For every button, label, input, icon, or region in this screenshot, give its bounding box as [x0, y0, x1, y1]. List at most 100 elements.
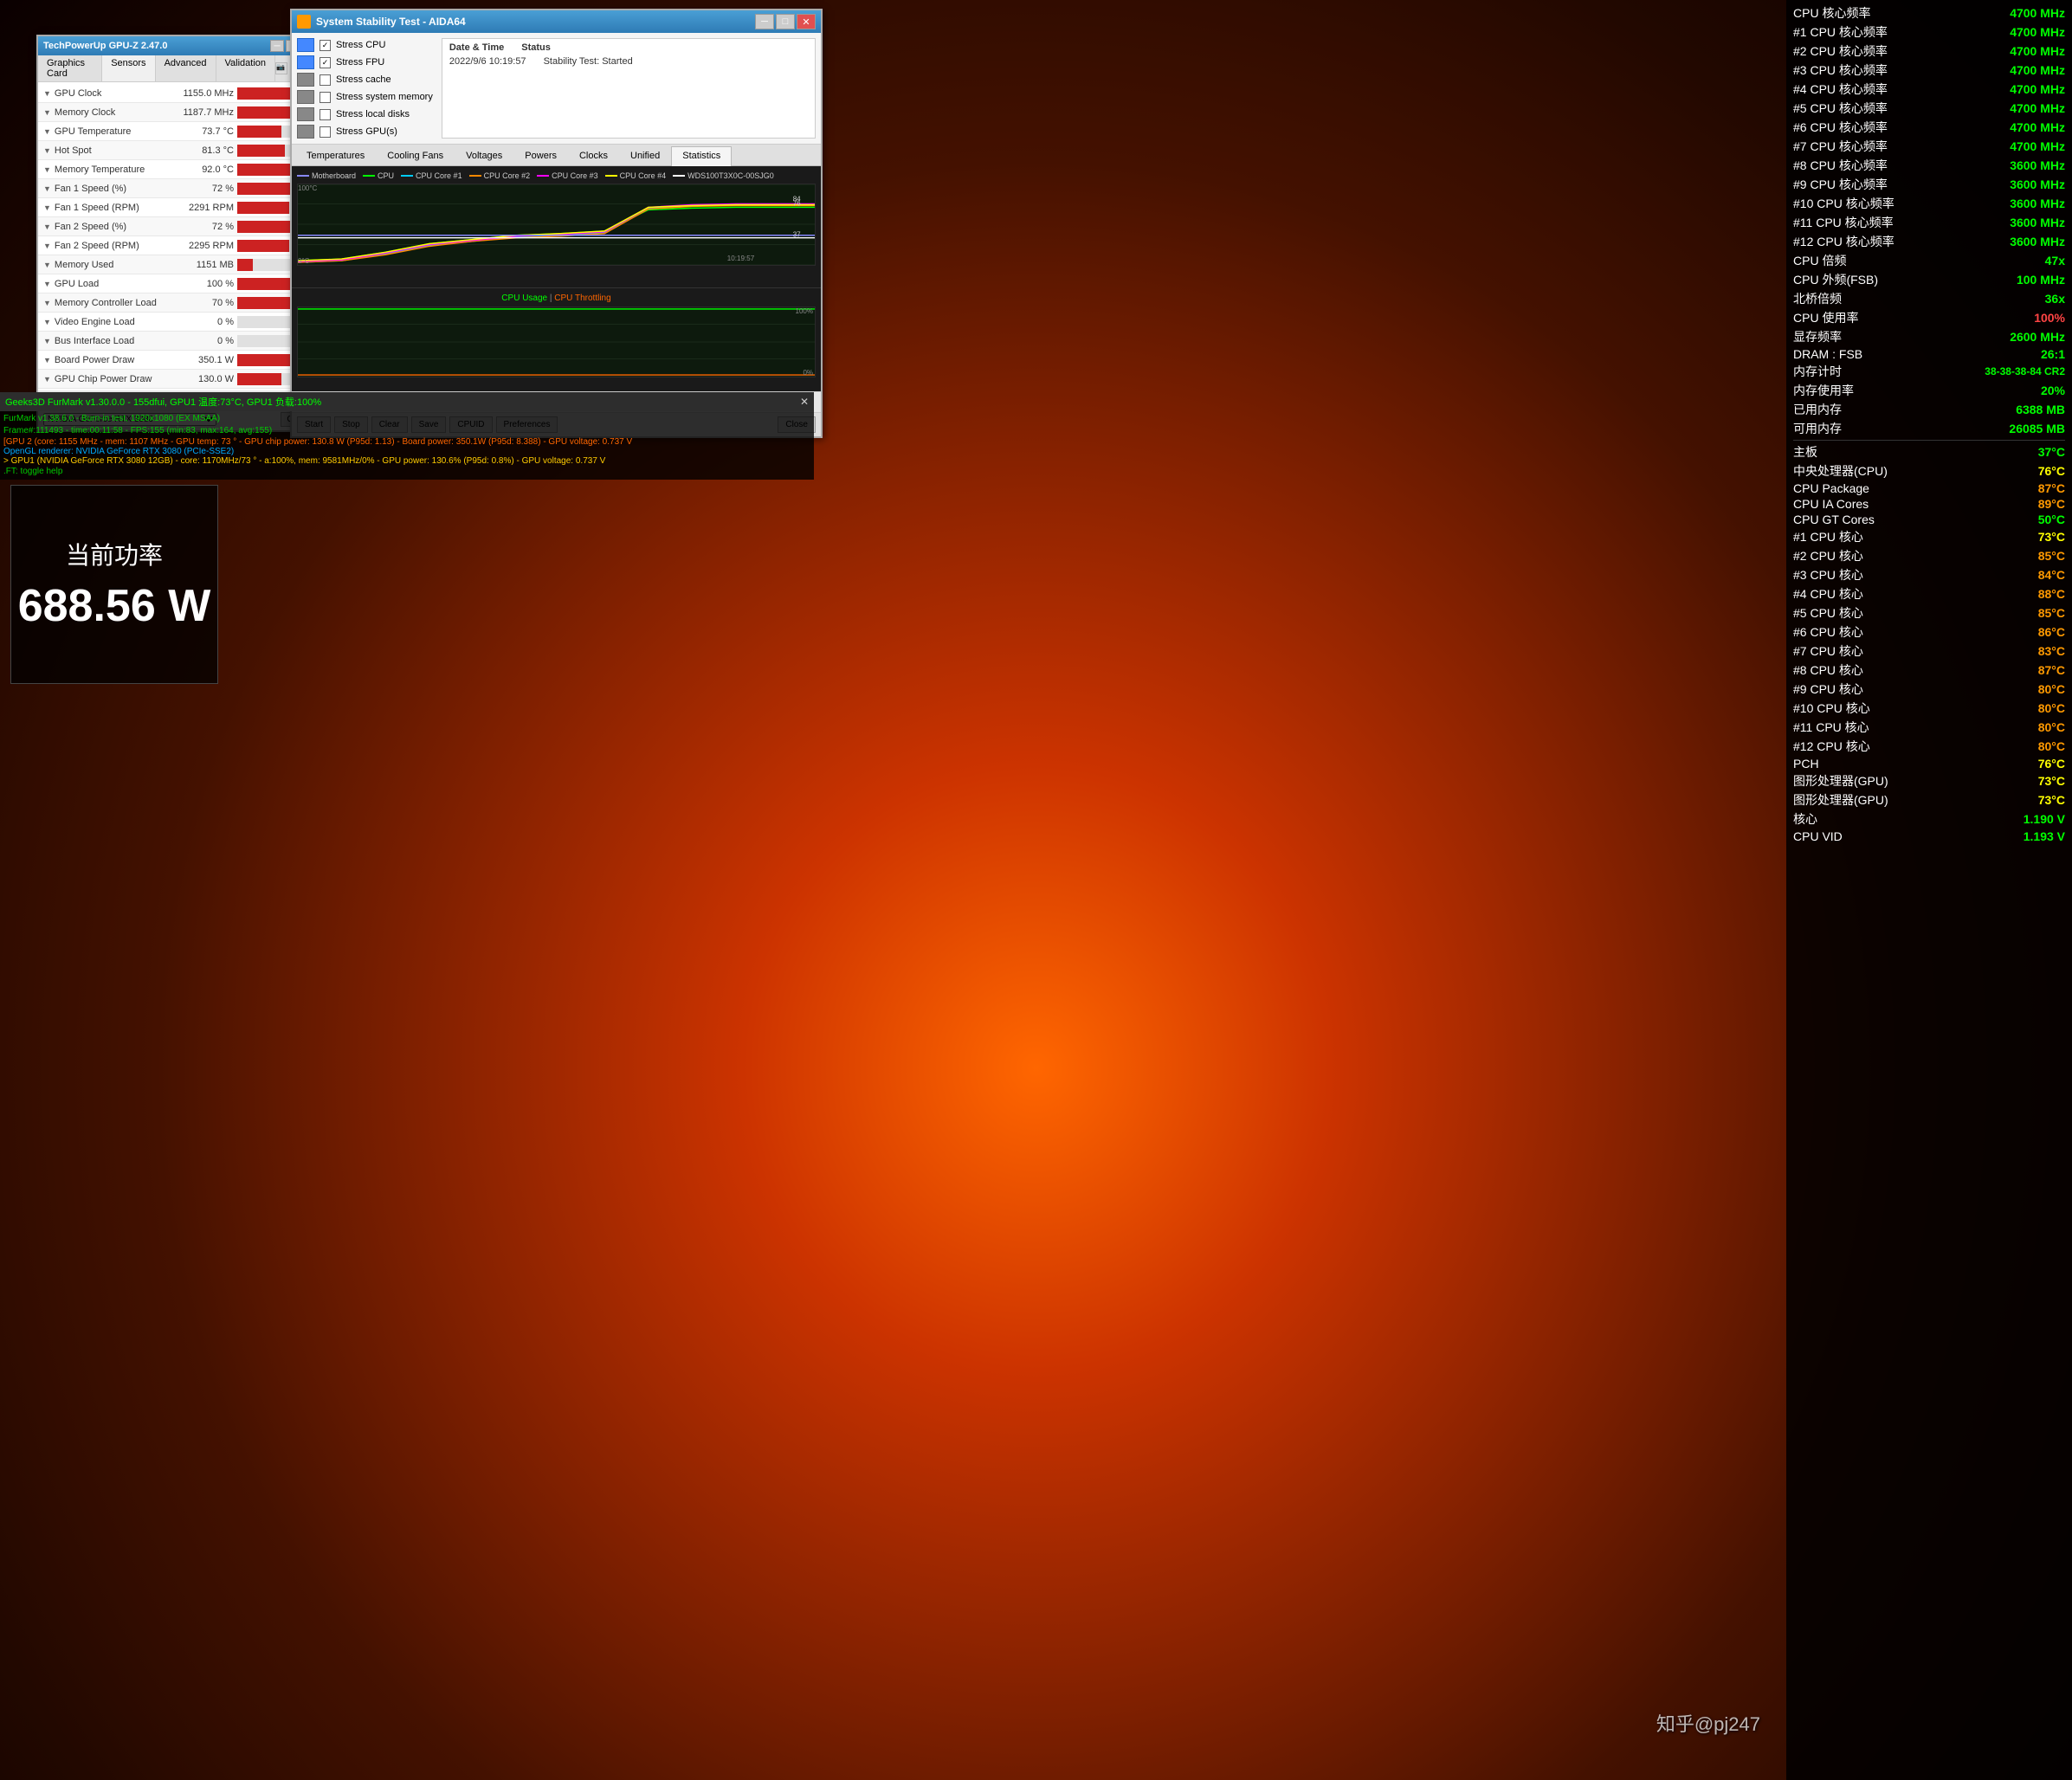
aida-tab-temperatures[interactable]: Temperatures [295, 146, 376, 165]
gpuz-value-boardpwr: 350.1 W [172, 355, 237, 365]
sidebar-value-core6: 86°C [2038, 625, 2065, 639]
aida-tab-clocks[interactable]: Clocks [568, 146, 619, 165]
gpuz-tab-validation[interactable]: Validation [216, 55, 276, 81]
gpuz-minimize-btn[interactable]: ─ [270, 40, 284, 52]
sidebar-row-1: #1 CPU 核心频率 4700 MHz [1793, 23, 2065, 42]
gpuz-label-boardpwr: ▼ Board Power Draw [38, 355, 172, 365]
sidebar-row-nbmul: 北桥倍频 36x [1793, 289, 2065, 308]
aida-close-btn[interactable]: ✕ [797, 14, 816, 29]
gpuz-label-memctrl: ▼ Memory Controller Load [38, 298, 172, 308]
watermark: 知乎@pj247 [1656, 1709, 1760, 1737]
sidebar-value-cpuia: 89°C [2038, 497, 2065, 511]
sidebar-value-cpuuse: 100% [2034, 311, 2065, 325]
sidebar-value-4: 4700 MHz [2010, 82, 2065, 96]
furmark-info-line2: Frame#:111493 - time:00:11:58 - FPS:155 … [3, 425, 810, 437]
sidebar-label-cpuia: CPU IA Cores [1793, 497, 1869, 511]
gpuz-tab-graphicscard[interactable]: Graphics Card [38, 55, 102, 81]
aida-tab-statistics[interactable]: Statistics [671, 146, 732, 166]
gpuz-tab-advanced[interactable]: Advanced [156, 55, 216, 81]
gpuz-value-chippwr: 130.0 W [172, 374, 237, 384]
sidebar-row-gpu-temp: 图形处理器(GPU) 73°C [1793, 771, 2065, 790]
sidebar-label-core6: #6 CPU 核心 [1793, 623, 1863, 641]
gpuz-value-gpuload: 100 % [172, 279, 237, 289]
sidebar-value-vramfreq: 2600 MHz [2010, 330, 2065, 344]
aida-tab-voltages[interactable]: Voltages [455, 146, 513, 165]
gpuz-label-fan1pct: ▼ Fan 1 Speed (%) [38, 184, 172, 194]
sidebar-label-cpupkg: CPU Package [1793, 481, 1869, 495]
aida-tab-powers[interactable]: Powers [513, 146, 568, 165]
gpuz-value-busload: 0 % [172, 336, 237, 346]
gpuz-tab-sensors[interactable]: Sensors [102, 55, 155, 81]
aida-minimize-btn[interactable]: ─ [755, 14, 774, 29]
sidebar-label-0: CPU 核心频率 [1793, 4, 1870, 22]
sidebar-row-9: #9 CPU 核心频率 3600 MHz [1793, 175, 2065, 194]
sidebar-value-core12: 80°C [2038, 739, 2065, 753]
gpuz-sensors-list: ▼ GPU Clock 1155.0 MHz ▼ Memory Clock 11… [38, 82, 320, 390]
sidebar-label-core7: #7 CPU 核心 [1793, 642, 1863, 660]
sidebar-row-core1: #1 CPU 核心 73°C [1793, 527, 2065, 546]
aida-legend-color-cpu [363, 175, 375, 177]
gpuz-value-hotspot: 81.3 °C [172, 145, 237, 156]
sidebar-value-3: 4700 MHz [2010, 63, 2065, 77]
sidebar-value-pch: 76°C [2038, 757, 2065, 771]
furmark-titlebar: Geeks3D FurMark v1.30.0.0 - 155dfui, GPU… [0, 392, 814, 411]
sidebar-row-fsb: CPU 外频(FSB) 100 MHz [1793, 270, 2065, 289]
gpuz-camera-icon[interactable]: 📷 [275, 62, 287, 74]
aida-stress-fpu-checkbox[interactable]: ✓ [320, 57, 331, 68]
sidebar-row-core8: #8 CPU 核心 87°C [1793, 661, 2065, 680]
aida-stress-cache-checkbox[interactable] [320, 74, 331, 86]
aida-status-header: Status [521, 42, 551, 53]
sidebar-row-0: CPU 核心频率 4700 MHz [1793, 3, 2065, 23]
sidebar-value-12: 3600 MHz [2010, 235, 2065, 248]
aida-chart-legend: Motherboard CPU CPU Core #1 CPU Core #2 … [297, 171, 816, 180]
aida-legend-wds: WDS100T3X0C-00SJG0 [673, 171, 774, 180]
gpuz-row-memused: ▼ Memory Used 1151 MB [38, 255, 320, 274]
sidebar-row-freemem: 可用内存 26085 MB [1793, 419, 2065, 438]
sidebar-row-cpu-temp: 中央处理器(CPU) 76°C [1793, 461, 2065, 480]
sidebar-value-usedmem: 6388 MB [2016, 403, 2065, 416]
gpuz-row-busload: ▼ Bus Interface Load 0 % [38, 332, 320, 351]
sidebar-label-mainboard: 主板 [1793, 443, 1817, 461]
aida-status-area: Date & Time Status 2022/9/6 10:19:57 Sta… [442, 38, 816, 139]
sidebar-value-10: 3600 MHz [2010, 197, 2065, 210]
gpuz-row-memctrl: ▼ Memory Controller Load 70 % [38, 293, 320, 313]
aida-status-header: Date & Time Status [449, 42, 808, 53]
sidebar-label-cpuvid: CPU VID [1793, 829, 1843, 843]
aida-maximize-btn[interactable]: □ [776, 14, 795, 29]
sidebar-value-0: 4700 MHz [2010, 6, 2065, 20]
aida-stress-sysmem-checkbox[interactable] [320, 92, 331, 103]
sidebar-value-8: 3600 MHz [2010, 158, 2065, 172]
sidebar-row-memuse: 内存使用率 20% [1793, 381, 2065, 400]
gpuz-arrow-gpuclock[interactable]: ▼ [43, 89, 51, 98]
furmark-info-line5: > GPU1 (NVIDIA GeForce RTX 3080 12GB) - … [3, 456, 810, 466]
aida-tab-unified[interactable]: Unified [619, 146, 671, 165]
sidebar-row-gpu-temp2: 图形处理器(GPU) 73°C [1793, 790, 2065, 809]
sidebar-value-nbmul: 36x [2045, 292, 2065, 306]
gpuz-value-gputemp: 73.7 °C [172, 126, 237, 137]
furmark-info: FurMark v1.38.6.0 - Burn-in test, 1920x1… [0, 411, 814, 480]
aida-sysmem-icon [297, 90, 314, 104]
furmark-info-line4: OpenGL renderer: NVIDIA GeForce RTX 3080… [3, 447, 810, 456]
aida-stress-disks-checkbox[interactable] [320, 109, 331, 120]
aida-chart-100c: 100°C [298, 184, 317, 192]
aida-cache-icon [297, 73, 314, 87]
aida-tab-coolingfans[interactable]: Cooling Fans [376, 146, 455, 165]
aida-stress-disks-label: Stress local disks [336, 109, 410, 119]
aida-status-value: Stability Test: Started [544, 56, 633, 67]
sidebar-label-core4: #4 CPU 核心 [1793, 585, 1863, 603]
aida-stress-cpu-checkbox[interactable]: ✓ [320, 40, 331, 51]
aida-stress-gpu-checkbox[interactable] [320, 126, 331, 138]
sidebar-label-nbmul: 北桥倍频 [1793, 290, 1842, 307]
gpuz-value-memtemp: 92.0 °C [172, 164, 237, 175]
gpuz-label-gpuload: ▼ GPU Load [38, 279, 172, 289]
sidebar-label-core8: #8 CPU 核心 [1793, 661, 1863, 679]
aida-temp-chart-canvas: 84 76 37 10:19:57 100°C 0°C [297, 184, 816, 266]
sidebar-label-core5: #5 CPU 核心 [1793, 604, 1863, 622]
svg-text:10:19:57: 10:19:57 [727, 255, 755, 262]
gpuz-row-gputemp: ▼ GPU Temperature 73.7 °C [38, 122, 320, 141]
gpuz-row-memtemp: ▼ Memory Temperature 92.0 °C [38, 160, 320, 179]
gpuz-label-hotspot: ▼ Hot Spot [38, 145, 172, 156]
gpuz-value-fan1pct: 72 % [172, 184, 237, 194]
furmark-close-btn[interactable]: ✕ [800, 396, 809, 408]
aida-legend-color-core1 [401, 175, 413, 177]
